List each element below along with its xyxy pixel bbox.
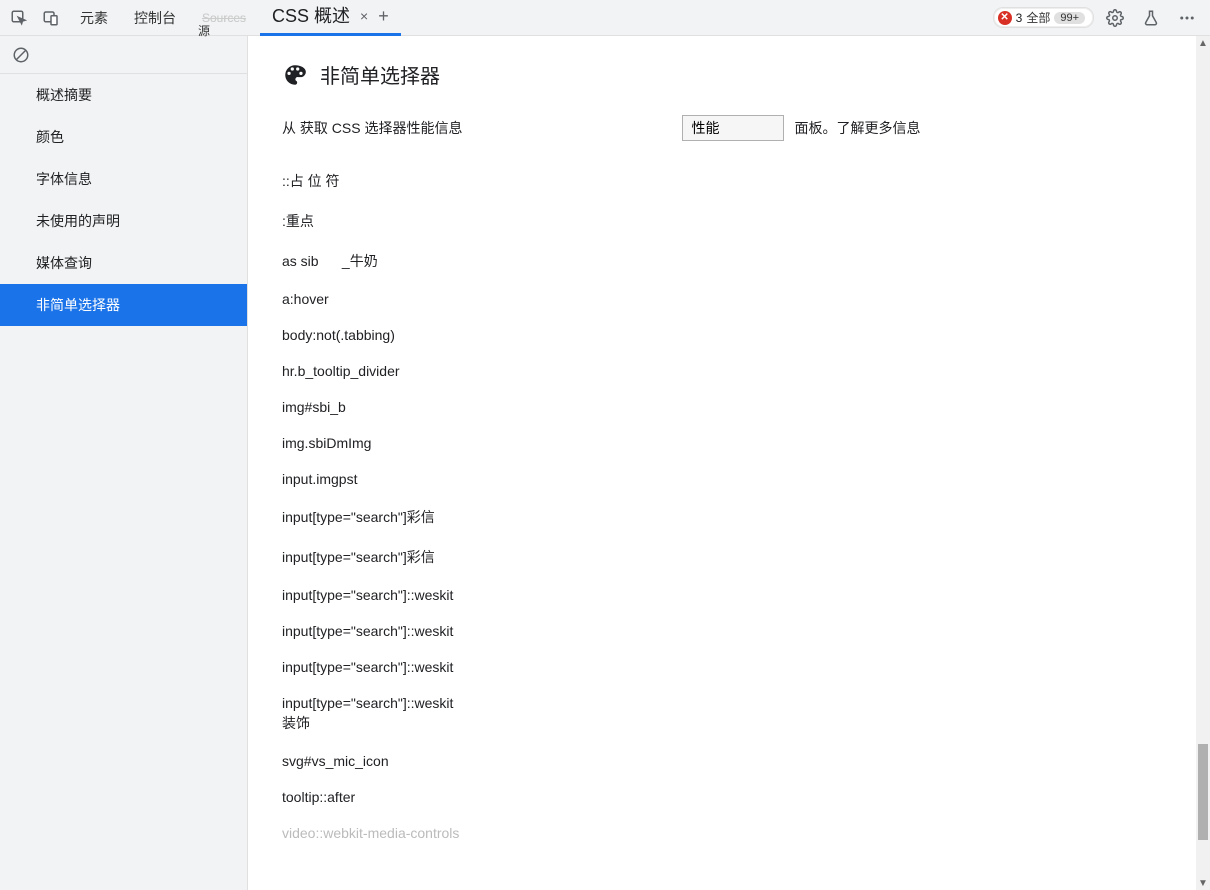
- selector-item[interactable]: video::webkit-media-controls: [282, 815, 1176, 851]
- tab-css-overview-label: CSS 概述: [272, 0, 350, 34]
- selector-item[interactable]: body:not(.tabbing): [282, 317, 1176, 353]
- selector-item[interactable]: svg#vs_mic_icon: [282, 743, 1176, 779]
- cancel-icon: [12, 46, 30, 64]
- sidebar-item-overview[interactable]: 概述摘要: [0, 74, 247, 116]
- selector-text: input[type="search"]::weskit: [282, 695, 453, 711]
- error-chip[interactable]: ✕ 3 全部 99+: [993, 7, 1094, 28]
- experiment-icon[interactable]: [1136, 3, 1166, 33]
- inspect-icon[interactable]: [4, 3, 34, 33]
- device-toggle-icon[interactable]: [36, 3, 66, 33]
- sidebar-item-unused[interactable]: 未使用的声明: [0, 200, 247, 242]
- palette-icon: [282, 62, 308, 88]
- tab-elements[interactable]: 元素: [68, 0, 120, 36]
- tab-css-overview[interactable]: CSS 概述 × +: [260, 0, 401, 36]
- selector-item[interactable]: tooltip::after: [282, 779, 1176, 815]
- performance-button[interactable]: 性能: [682, 115, 784, 141]
- sidebar-item-non-simple[interactable]: 非简单选择器: [0, 284, 247, 326]
- sidebar-item-colors[interactable]: 颜色: [0, 116, 247, 158]
- info-suffix: 面板。了解更多信息: [794, 118, 920, 138]
- tab-add-icon[interactable]: +: [378, 0, 389, 34]
- selector-item[interactable]: input[type="search"]::weskit: [282, 649, 1176, 685]
- selector-text: input[type="search"]::weskit: [282, 623, 453, 639]
- selector-item[interactable]: input[type="search"]::weskit: [282, 685, 1176, 713]
- info-row: 从 获取 CSS 选择器性能信息 性能 面板。了解更多信息: [282, 115, 1176, 141]
- sidebar-item-fonts[interactable]: 字体信息: [0, 158, 247, 200]
- error-all-label: 全部: [1026, 9, 1050, 26]
- selector-item[interactable]: :重点: [282, 201, 1176, 241]
- selector-item-sub[interactable]: 装饰: [282, 713, 1176, 743]
- selector-item[interactable]: ::占 位 符: [282, 161, 1176, 201]
- settings-icon[interactable]: [1100, 3, 1130, 33]
- tab-sources-prefix: 源: [198, 13, 210, 49]
- selector-item[interactable]: a:hover: [282, 281, 1176, 317]
- error-badge: 99+: [1054, 12, 1085, 24]
- selector-item[interactable]: as sib _牛奶: [282, 241, 1176, 281]
- selector-item[interactable]: img.sbiDmImg: [282, 425, 1176, 461]
- more-icon[interactable]: [1172, 3, 1202, 33]
- page-title: 非简单选择器: [320, 60, 440, 89]
- selector-item[interactable]: hr.b_tooltip_divider: [282, 353, 1176, 389]
- scrollbar[interactable]: ▲ ▼: [1196, 36, 1210, 890]
- selector-text: input[type="search"]::weskit: [282, 587, 453, 603]
- sidebar: 概述摘要 颜色 字体信息 未使用的声明 媒体查询 非简单选择器: [0, 36, 248, 890]
- selector-item[interactable]: input[type="search"]::weskit: [282, 577, 1176, 613]
- scroll-down-icon[interactable]: ▼: [1196, 876, 1210, 890]
- error-count: 3: [1016, 11, 1023, 25]
- tab-sources[interactable]: Sources 源: [190, 0, 258, 36]
- info-prefix: 从 获取 CSS 选择器性能信息: [282, 118, 462, 138]
- tab-close-icon[interactable]: ×: [360, 0, 368, 34]
- selector-item[interactable]: input[type="search"]彩信: [282, 537, 1176, 577]
- selector-item[interactable]: input.imgpst: [282, 461, 1176, 497]
- selector-item[interactable]: input[type="search"]::weskit: [282, 613, 1176, 649]
- sidebar-item-media[interactable]: 媒体查询: [0, 242, 247, 284]
- scroll-up-icon[interactable]: ▲: [1196, 36, 1210, 50]
- selector-text: input[type="search"]::weskit: [282, 659, 453, 675]
- main-panel: 非简单选择器 从 获取 CSS 选择器性能信息 性能 面板。了解更多信息 ::占…: [248, 36, 1210, 890]
- selector-item[interactable]: input[type="search"]彩信: [282, 497, 1176, 537]
- scrollbar-thumb[interactable]: [1198, 744, 1208, 840]
- topbar: 元素 控制台 Sources 源 CSS 概述 × + ✕ 3 全部 99+: [0, 0, 1210, 36]
- tab-console[interactable]: 控制台: [122, 0, 188, 36]
- error-icon: ✕: [998, 11, 1012, 25]
- selector-item[interactable]: img#sbi_b: [282, 389, 1176, 425]
